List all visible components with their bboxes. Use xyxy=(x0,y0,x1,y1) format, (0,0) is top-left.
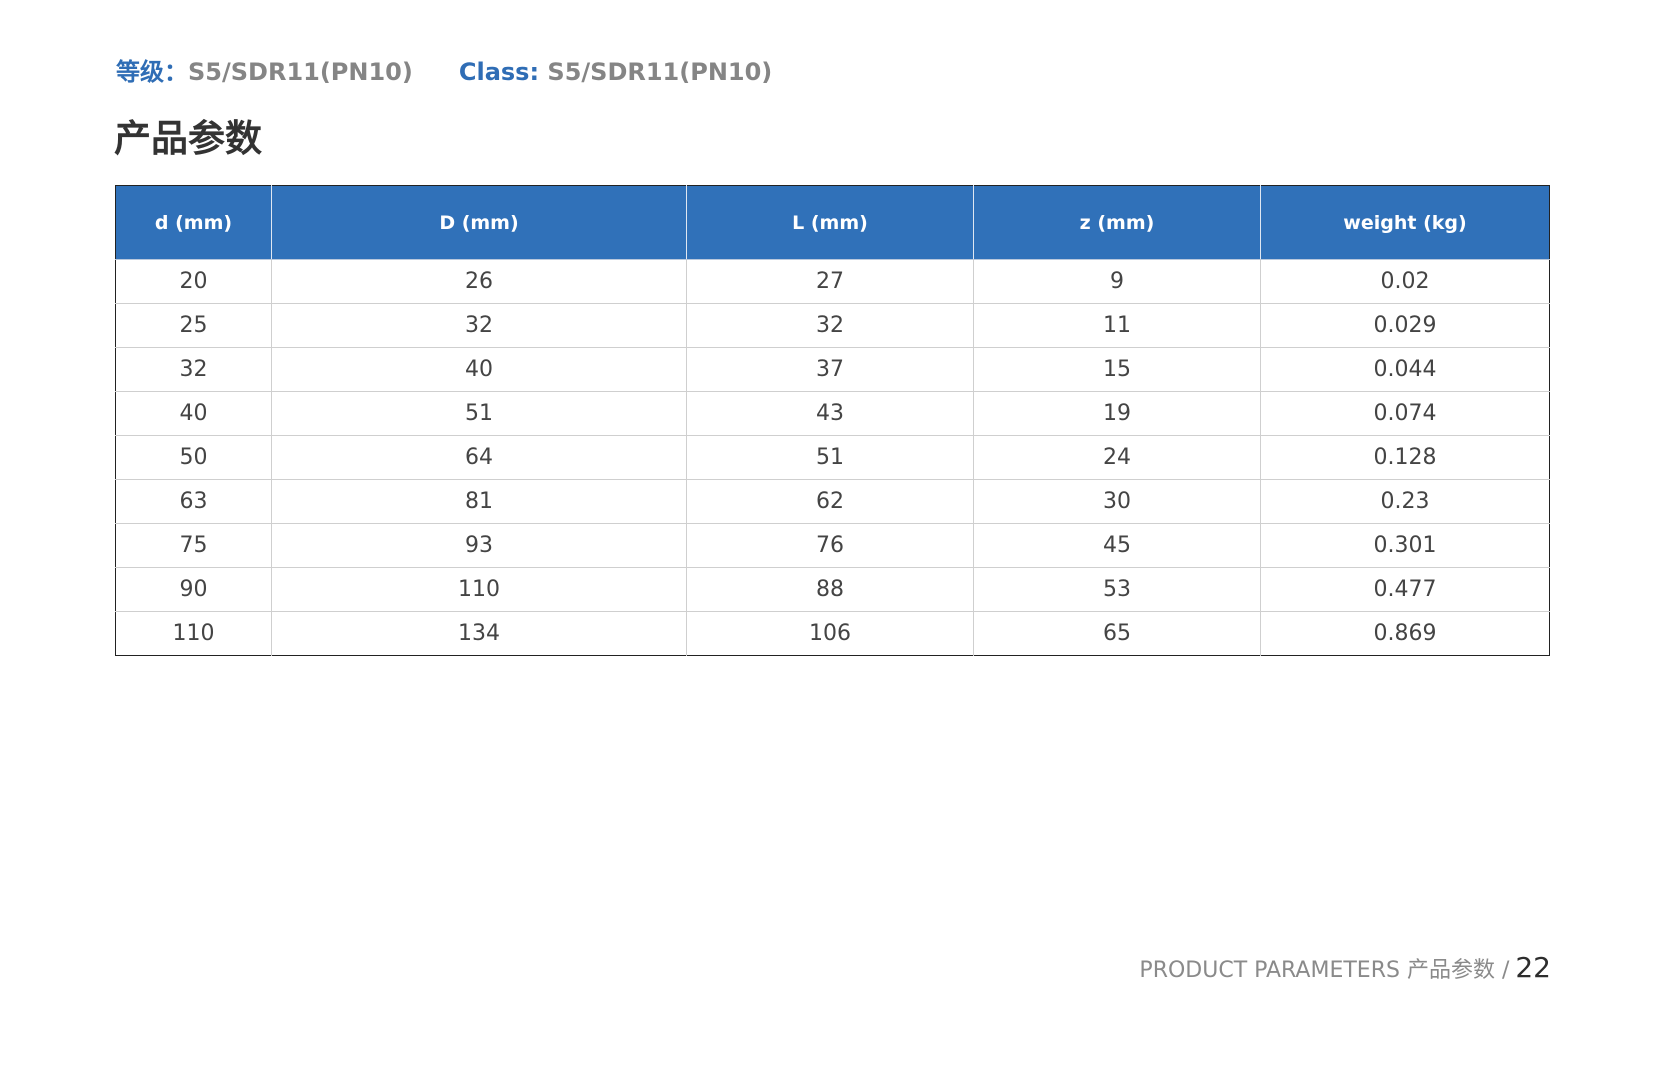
page-footer: PRODUCT PARAMETERS 产品参数 /22 xyxy=(1139,948,1551,988)
table-cell: 64 xyxy=(271,435,687,480)
table-cell: 40 xyxy=(115,391,272,436)
table-cell: 30 xyxy=(973,479,1261,524)
grade-cn-value: S5/SDR11(PN10) xyxy=(188,58,413,86)
table-cell: 0.301 xyxy=(1260,523,1550,568)
table-cell: 0.044 xyxy=(1260,347,1550,392)
table-row: 75 93 76 45 0.301 xyxy=(115,523,1550,568)
table-row: 110 134 106 65 0.869 xyxy=(115,611,1550,656)
table-row: 32 40 37 15 0.044 xyxy=(115,347,1550,392)
table-cell: 134 xyxy=(271,611,687,656)
table-cell: 81 xyxy=(271,479,687,524)
table-cell: 75 xyxy=(115,523,272,568)
table-cell: 32 xyxy=(115,347,272,392)
table-cell: 0.074 xyxy=(1260,391,1550,436)
grade-line: 等级：S5/SDR11(PN10) Class: S5/SDR11(PN10) xyxy=(116,54,772,90)
table-cell: 0.128 xyxy=(1260,435,1550,480)
table-cell: 45 xyxy=(973,523,1261,568)
table-cell: 25 xyxy=(115,303,272,348)
table-cell: 32 xyxy=(271,303,687,348)
table-cell: 0.869 xyxy=(1260,611,1550,656)
table-cell: 93 xyxy=(271,523,687,568)
table-cell: 51 xyxy=(686,435,974,480)
table-row: 20 26 27 9 0.02 xyxy=(116,259,1550,304)
table-cell: 110 xyxy=(271,567,687,612)
table-cell: 76 xyxy=(686,523,974,568)
table-row: 40 51 43 19 0.074 xyxy=(115,391,1550,436)
table-cell: 62 xyxy=(686,479,974,524)
header-outer-d: D (mm) xyxy=(271,185,687,260)
table-cell: 27 xyxy=(686,259,974,304)
table-row: 63 81 62 30 0.23 xyxy=(115,479,1550,524)
table-cell: 51 xyxy=(271,391,687,436)
table-row: 25 32 32 11 0.029 xyxy=(115,303,1550,348)
table-cell: 26 xyxy=(271,259,687,304)
table-cell: 43 xyxy=(686,391,974,436)
table-row: 90 110 88 53 0.477 xyxy=(115,567,1550,612)
header-d: d (mm) xyxy=(115,185,272,260)
table-cell: 88 xyxy=(686,567,974,612)
table-cell: 40 xyxy=(271,347,687,392)
table-header-row: d (mm) D (mm) L (mm) z (mm) weight (kg) xyxy=(115,185,1550,260)
table-cell: 15 xyxy=(973,347,1261,392)
header-weight: weight (kg) xyxy=(1260,185,1550,260)
table-cell: 63 xyxy=(115,479,272,524)
grade-en-value: S5/SDR11(PN10) xyxy=(547,58,773,86)
table-cell: 0.477 xyxy=(1260,567,1550,612)
grade-cn-label: 等级： xyxy=(116,58,188,86)
table-cell: 110 xyxy=(115,611,272,656)
table-cell: 65 xyxy=(973,611,1261,656)
table-cell: 0.02 xyxy=(1260,259,1550,304)
footer-section-label: PRODUCT PARAMETERS 产品参数 / xyxy=(1139,958,1510,983)
table-cell: 53 xyxy=(973,567,1261,612)
table-cell: 0.029 xyxy=(1260,303,1550,348)
header-z: z (mm) xyxy=(973,185,1261,260)
table-row: 50 64 51 24 0.128 xyxy=(115,435,1550,480)
parameters-table: d (mm) D (mm) L (mm) z (mm) weight (kg) … xyxy=(115,185,1550,656)
table-cell: 50 xyxy=(115,435,272,480)
table-cell: 9 xyxy=(973,259,1261,304)
table-cell: 106 xyxy=(686,611,974,656)
table-cell: 37 xyxy=(686,347,974,392)
table-cell: 32 xyxy=(686,303,974,348)
page-title: 产品参数 xyxy=(114,117,262,160)
table-cell: 20 xyxy=(179,269,208,294)
table-cell: 90 xyxy=(115,567,272,612)
table-cell: 0.23 xyxy=(1260,479,1550,524)
page-number: 22 xyxy=(1515,951,1551,984)
header-length: L (mm) xyxy=(686,185,974,260)
table-cell: 24 xyxy=(973,435,1261,480)
grade-en-label: Class: xyxy=(458,58,548,86)
table-cell: 19 xyxy=(973,391,1261,436)
table-cell: 11 xyxy=(973,303,1261,348)
